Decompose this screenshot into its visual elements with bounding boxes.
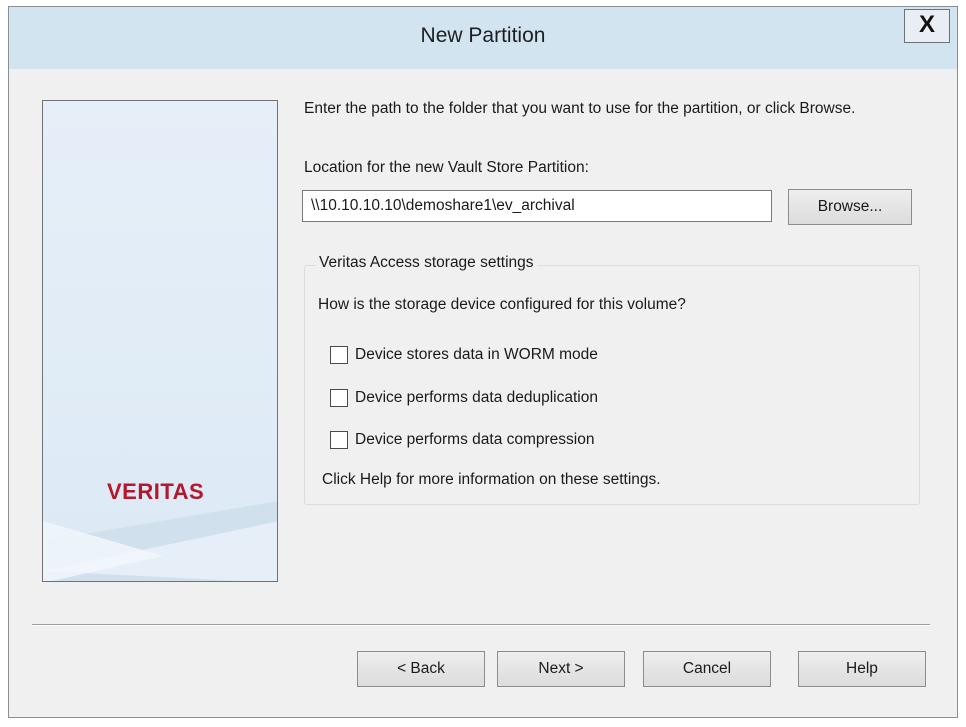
- help-button[interactable]: Help: [798, 651, 926, 687]
- intro-text: Enter the path to the folder that you wa…: [304, 100, 856, 117]
- storage-settings-title: Veritas Access storage settings: [316, 254, 537, 272]
- cancel-button[interactable]: Cancel: [643, 651, 771, 687]
- next-button[interactable]: Next >: [497, 651, 625, 687]
- browse-button[interactable]: Browse...: [788, 189, 912, 225]
- worm-mode-checkbox[interactable]: [330, 346, 348, 364]
- compression-label[interactable]: Device performs data compression: [355, 431, 595, 449]
- location-input[interactable]: [302, 190, 772, 222]
- deduplication-checkbox[interactable]: [330, 389, 348, 407]
- side-panel: VERITAS: [42, 100, 278, 582]
- storage-question: How is the storage device configured for…: [318, 296, 686, 313]
- compression-checkbox[interactable]: [330, 431, 348, 449]
- decorative-waves-icon: [43, 501, 277, 581]
- help-note: Click Help for more information on these…: [322, 471, 661, 488]
- title-bar: New Partition X: [9, 7, 957, 69]
- location-label: Location for the new Vault Store Partiti…: [304, 159, 589, 176]
- worm-mode-label[interactable]: Device stores data in WORM mode: [355, 346, 598, 364]
- deduplication-label[interactable]: Device performs data deduplication: [355, 389, 598, 407]
- back-button[interactable]: < Back: [357, 651, 485, 687]
- veritas-logo: VERITAS: [107, 479, 205, 504]
- close-button[interactable]: X: [904, 9, 950, 43]
- dialog-title: New Partition: [420, 24, 546, 47]
- footer-separator: [32, 624, 930, 626]
